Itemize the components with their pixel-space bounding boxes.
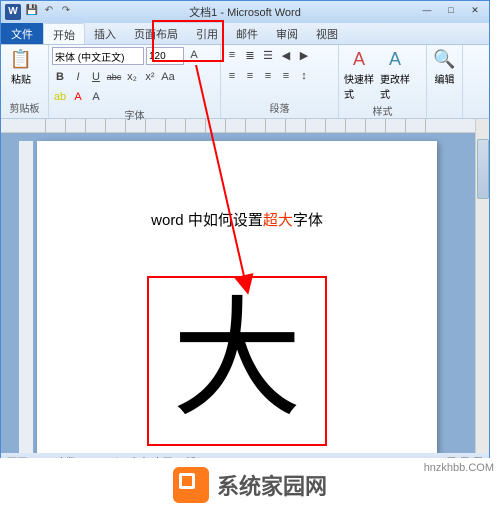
minimize-button[interactable]: —: [415, 5, 439, 19]
paste-icon: 📋: [10, 49, 32, 70]
heading-text: word 中如何设置超大字体: [37, 209, 437, 230]
group-label: 剪贴板: [4, 100, 45, 116]
font-color-icon[interactable]: A: [70, 89, 86, 105]
paste-button[interactable]: 📋 粘贴: [4, 47, 38, 88]
vertical-ruler[interactable]: [19, 141, 33, 453]
titlebar: W 💾 ↶ ↷ 文档1 - Microsoft Word — □ ✕: [1, 1, 489, 23]
watermark: hnzkhbb.COM 系统家园网: [0, 458, 500, 512]
increase-indent-icon[interactable]: ▶: [296, 47, 312, 63]
styles-icon: A: [353, 49, 365, 70]
group-clipboard: 📋 粘贴 剪贴板: [1, 45, 49, 118]
line-spacing-icon[interactable]: ↕: [296, 68, 312, 84]
group-font: 宋体 (中文正文) 120 A B I U abc x₂ x² Aa ab A …: [49, 45, 221, 118]
justify-icon[interactable]: ≡: [278, 68, 294, 84]
group-editing: 🔍 编辑: [427, 45, 463, 118]
change-styles-icon: A: [389, 49, 401, 70]
grow-font-icon[interactable]: A: [186, 47, 202, 63]
text-effects-icon[interactable]: Aa: [160, 69, 176, 85]
word-window: W 💾 ↶ ↷ 文档1 - Microsoft Word — □ ✕ 文件 开始…: [0, 0, 490, 470]
tab-home[interactable]: 开始: [43, 23, 85, 44]
tab-review[interactable]: 审阅: [267, 23, 307, 44]
redo-icon[interactable]: ↷: [59, 5, 73, 19]
annotation-highlight-char: 大: [147, 276, 327, 446]
watermark-url: hnzkhbb.COM: [424, 462, 494, 474]
save-icon[interactable]: 💾: [25, 5, 39, 19]
quick-styles-button[interactable]: A 快速样式: [342, 47, 376, 103]
align-left-icon[interactable]: ≡: [224, 68, 240, 84]
highlight-icon[interactable]: ab: [52, 89, 68, 105]
font-size-selector[interactable]: 120: [146, 47, 184, 65]
numbering-icon[interactable]: ≣: [242, 47, 258, 63]
large-character: 大: [172, 296, 302, 426]
tab-view[interactable]: 视图: [307, 23, 347, 44]
word-app-icon: W: [5, 4, 21, 20]
tab-layout[interactable]: 页面布局: [125, 23, 187, 44]
multilevel-icon[interactable]: ☰: [260, 47, 276, 63]
align-center-icon[interactable]: ≡: [242, 68, 258, 84]
watermark-logo-icon: [173, 467, 209, 503]
group-label: 样式: [342, 103, 423, 119]
group-label: 段落: [224, 100, 335, 116]
window-controls: — □ ✕: [415, 5, 487, 19]
close-button[interactable]: ✕: [463, 5, 487, 19]
strike-button[interactable]: abc: [106, 69, 122, 85]
vertical-scrollbar[interactable]: [475, 119, 489, 453]
tab-references[interactable]: 引用: [187, 23, 227, 44]
maximize-button[interactable]: □: [439, 5, 463, 19]
ribbon-tabs: 文件 开始 插入 页面布局 引用 邮件 审阅 视图: [1, 23, 489, 45]
char-shading-icon[interactable]: A: [88, 89, 104, 105]
tab-file[interactable]: 文件: [1, 23, 43, 44]
italic-button[interactable]: I: [70, 69, 86, 85]
underline-button[interactable]: U: [88, 69, 104, 85]
tab-mailings[interactable]: 邮件: [227, 23, 267, 44]
superscript-button[interactable]: x²: [142, 69, 158, 85]
document-page[interactable]: word 中如何设置超大字体 大: [37, 141, 437, 453]
ribbon: 📋 粘贴 剪贴板 宋体 (中文正文) 120 A B I U abc x₂: [1, 45, 489, 119]
quick-access-toolbar: 💾 ↶ ↷: [25, 5, 73, 19]
document-area: word 中如何设置超大字体 大: [1, 133, 475, 453]
bold-button[interactable]: B: [52, 69, 68, 85]
tab-insert[interactable]: 插入: [85, 23, 125, 44]
scrollbar-thumb[interactable]: [477, 139, 489, 199]
document-title: 文档1 - Microsoft Word: [189, 4, 301, 20]
editing-button[interactable]: 🔍 编辑: [430, 47, 459, 88]
find-icon: 🔍: [433, 49, 455, 70]
undo-icon[interactable]: ↶: [42, 5, 56, 19]
group-paragraph: ≡ ≣ ☰ ◀ ▶ ≡ ≡ ≡ ≡ ↕ 段落: [221, 45, 339, 118]
font-name-selector[interactable]: 宋体 (中文正文): [52, 47, 144, 65]
group-label: 字体: [52, 107, 217, 123]
align-right-icon[interactable]: ≡: [260, 68, 276, 84]
group-styles: A 快速样式 A 更改样式 样式: [339, 45, 427, 118]
bullets-icon[interactable]: ≡: [224, 47, 240, 63]
decrease-indent-icon[interactable]: ◀: [278, 47, 294, 63]
subscript-button[interactable]: x₂: [124, 69, 140, 85]
change-styles-button[interactable]: A 更改样式: [378, 47, 412, 103]
watermark-text: 系统家园网: [217, 469, 327, 501]
